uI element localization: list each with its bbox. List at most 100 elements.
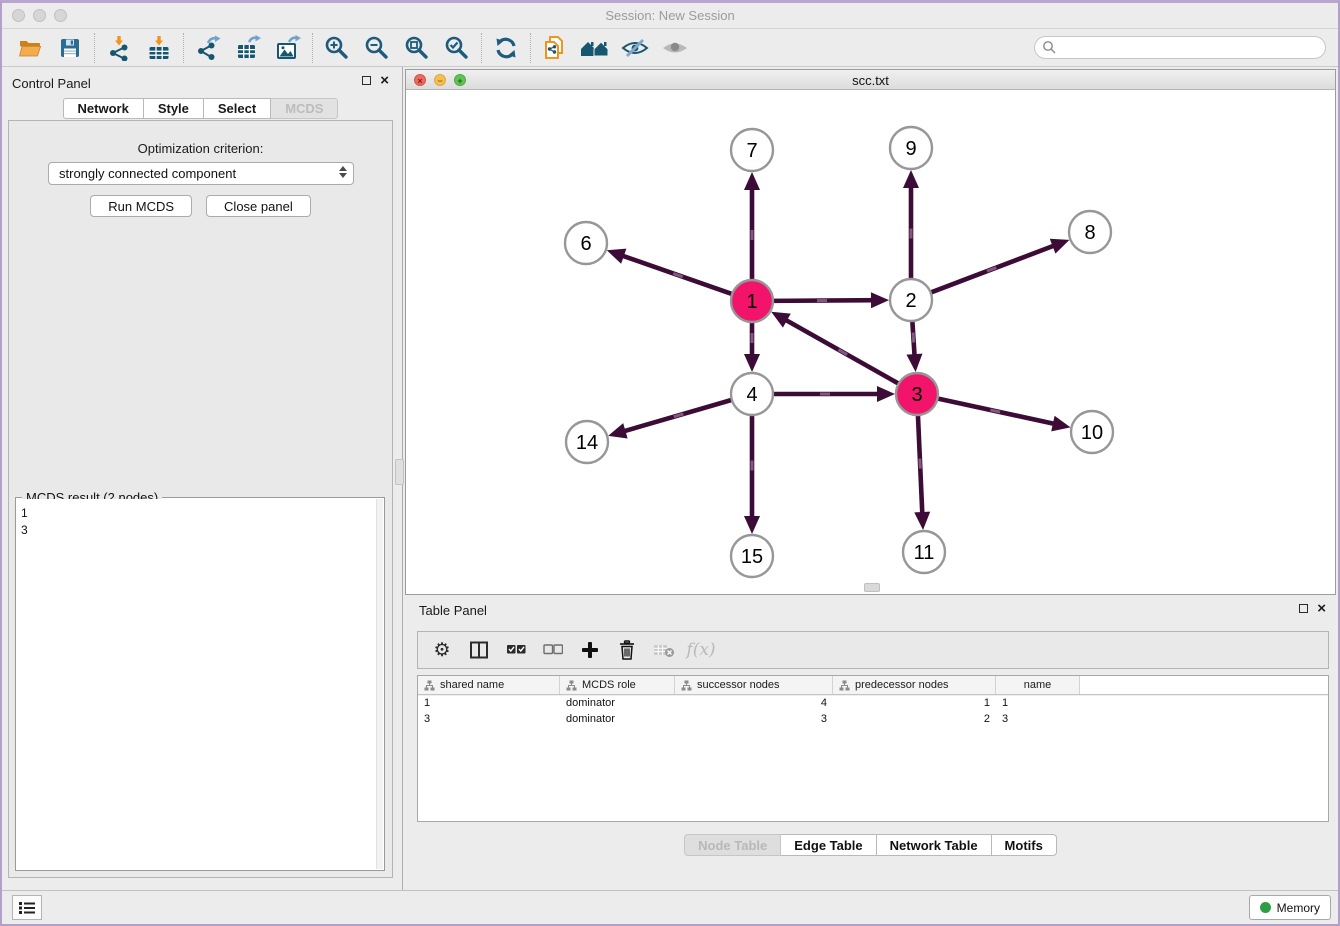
zoom-out-button[interactable] [357,32,397,64]
table-cell[interactable]: 1 [833,695,996,711]
zoom-in-icon [324,35,350,61]
table-cell[interactable]: 1 [418,695,560,711]
table-row[interactable]: 1dominator411 [418,695,1328,711]
delete-column-button[interactable] [612,635,642,665]
tab-edge-table[interactable]: Edge Table [781,834,876,856]
zoom-fit-button[interactable] [397,32,437,64]
table-cell[interactable]: 1 [996,695,1080,711]
tab-style[interactable]: Style [144,98,204,119]
tab-network-table[interactable]: Network Table [877,834,992,856]
show-column-button[interactable] [464,635,494,665]
close-panel-icon[interactable]: × [380,75,389,86]
column-header-successor-nodes[interactable]: successor nodes [675,676,833,694]
save-session-button[interactable] [50,32,90,64]
export-table-button[interactable] [228,32,268,64]
attribute-icon [839,680,850,691]
mcds-result-box: MCDS result (2 nodes) 1 3 [15,497,385,871]
network-graph: 7968124314101511 [406,90,1339,594]
column-header-predecessor-nodes[interactable]: predecessor nodes [833,676,996,694]
horizontal-splitter-grip[interactable] [864,583,880,592]
mcds-result-text[interactable]: 1 3 [17,499,375,869]
task-history-button[interactable] [12,895,42,920]
clone-network-button[interactable] [535,32,575,64]
import-table-icon [146,35,172,61]
search-container [1034,36,1326,59]
edge-handle[interactable] [987,268,996,272]
graph-node-label: 3 [911,384,922,406]
run-mcds-button[interactable]: Run MCDS [90,195,192,217]
open-folder-icon [17,36,43,60]
tab-mcds[interactable]: MCDS [271,98,338,119]
zoom-in-button[interactable] [317,32,357,64]
table-cell[interactable]: 3 [675,711,833,727]
splitter-grip[interactable] [395,459,404,485]
table-cell[interactable]: 3 [418,711,560,727]
column-header-name[interactable]: name [996,676,1080,694]
graph-edge-arrowhead [744,354,760,372]
table-settings-button[interactable]: ⚙ [427,635,457,665]
memory-label: Memory [1277,901,1320,915]
home-button[interactable] [575,32,615,64]
toolbar-separator [94,33,95,63]
import-network-button[interactable] [99,32,139,64]
table-body: 1dominator4113dominator323 [418,695,1328,727]
close-panel-button[interactable]: Close panel [206,195,311,217]
optimization-criterion-select[interactable]: strongly connected component [48,162,354,185]
hide-selected-button[interactable] [615,32,655,64]
refresh-layout-button[interactable] [486,32,526,64]
show-all-button[interactable] [655,32,695,64]
add-column-button[interactable] [575,635,605,665]
tab-select[interactable]: Select [204,98,271,119]
gear-icon: ⚙ [433,639,450,662]
function-builder-button[interactable]: f(x) [686,635,716,665]
control-panel-title: Control Panel [12,76,91,91]
dropdown-value: strongly connected component [59,166,236,181]
export-image-button[interactable] [268,32,308,64]
tab-network[interactable]: Network [63,98,144,119]
graph-node-label: 10 [1081,422,1103,444]
delete-table-button[interactable] [649,635,679,665]
zoom-selected-button[interactable] [437,32,477,64]
app-titlebar: Session: New Session [2,3,1338,29]
toolbar-separator [183,33,184,63]
table-cell[interactable]: 3 [996,711,1080,727]
delete-table-icon [653,642,675,658]
home-icon [580,36,610,60]
select-all-rows-button[interactable] [501,635,531,665]
memory-button[interactable]: Memory [1249,895,1331,920]
panel-splitter[interactable] [400,67,403,890]
deselect-all-rows-button[interactable] [538,635,568,665]
tab-motifs[interactable]: Motifs [992,834,1057,856]
graph-edge-arrowhead [744,172,760,190]
float-table-panel-icon[interactable] [1299,604,1308,613]
zoom-out-icon [364,35,390,61]
result-scrollbar[interactable] [376,499,383,869]
import-table-button[interactable] [139,32,179,64]
tab-node-table[interactable]: Node Table [684,834,781,856]
graph-edge-arrowhead [607,249,627,264]
refresh-icon [493,35,519,61]
search-icon [1042,40,1056,54]
search-input[interactable] [1034,36,1326,59]
table-cell[interactable]: 2 [833,711,996,727]
network-window-titlebar[interactable]: × − + scc.txt [406,70,1335,90]
close-table-panel-icon[interactable]: × [1317,603,1326,614]
table-cell[interactable]: 4 [675,695,833,711]
table-cell[interactable]: dominator [560,711,675,727]
export-network-button[interactable] [188,32,228,64]
open-session-button[interactable] [10,32,50,64]
edge-handle[interactable] [838,350,847,355]
column-header-shared-name[interactable]: shared name [418,676,560,694]
network-window-title: scc.txt [406,73,1335,88]
graph-node-label: 4 [746,384,757,406]
toolbar-separator [530,33,531,63]
column-header-MCDS-role[interactable]: MCDS role [560,676,675,694]
network-canvas[interactable]: 7968124314101511 [406,90,1335,594]
table-row[interactable]: 3dominator323 [418,711,1328,727]
edge-handle[interactable] [913,333,914,343]
edge-handle[interactable] [990,410,1000,412]
float-panel-icon[interactable] [362,76,371,85]
application-window: Session: New Session [0,0,1340,926]
table-cell[interactable]: dominator [560,695,675,711]
export-table-icon [235,35,261,61]
